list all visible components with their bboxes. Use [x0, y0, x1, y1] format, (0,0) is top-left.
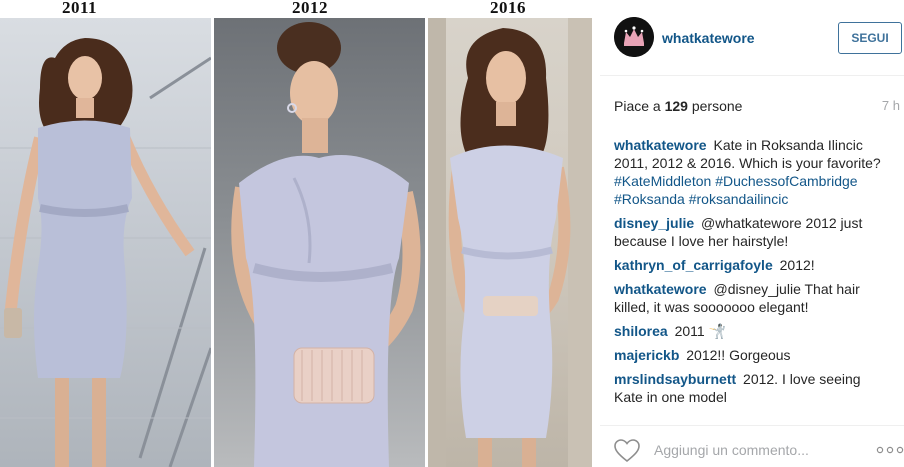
comment-username[interactable]: whatkatewore — [614, 281, 707, 297]
likes-prefix: Piace a — [614, 98, 665, 114]
post-photo[interactable]: 2011 2012 2016 — [0, 0, 600, 467]
post-header: whatkatewore SEGUI — [600, 0, 904, 76]
likes-number: 129 — [664, 98, 688, 114]
comment-item: kathryn_of_carrigafoyle 2012! — [614, 256, 884, 274]
hashtag-link[interactable]: #DuchessofCambridge — [715, 173, 857, 189]
more-options-icon[interactable] — [876, 446, 904, 454]
add-comment-input[interactable]: Aggiungi un commento... — [654, 442, 809, 458]
comments-list[interactable]: whatkatewore Kate in Roksanda Ilincic 20… — [614, 136, 884, 413]
year-label-2012: 2012 — [292, 0, 328, 17]
comment-item: shilorea 2011 🤺 — [614, 322, 884, 340]
comment-item: whatkatewore Kate in Roksanda Ilincic 20… — [614, 136, 884, 208]
post-footer: Aggiungi un commento... — [600, 425, 904, 467]
avatar[interactable] — [614, 17, 654, 57]
post-time[interactable]: 7 h — [882, 98, 900, 113]
photo-2016-illustration — [428, 18, 592, 467]
photo-2011-illustration — [0, 38, 211, 467]
header-username[interactable]: whatkatewore — [662, 30, 755, 46]
comment-username[interactable]: majerickb — [614, 347, 679, 363]
comment-item: disney_julie @whatkatewore 2012 just bec… — [614, 214, 884, 250]
hashtag-link[interactable]: #KateMiddleton — [614, 173, 711, 189]
post-sidebar: whatkatewore SEGUI Piace a 129 persone 7… — [600, 0, 904, 467]
comment-item: whatkatewore @disney_julie That hair kil… — [614, 280, 884, 316]
year-label-2011: 2011 — [62, 0, 98, 17]
follow-button[interactable]: SEGUI — [838, 22, 902, 54]
likes-suffix: persone — [687, 98, 743, 114]
comment-username[interactable]: shilorea — [614, 323, 668, 339]
comment-text: 2012!! Gorgeous — [686, 347, 791, 363]
hashtag-link[interactable]: #roksandailincic — [689, 191, 789, 207]
comment-text: 2011 🤺 — [674, 323, 727, 339]
year-label-2016: 2016 — [490, 0, 526, 17]
heart-icon[interactable] — [614, 439, 640, 463]
crown-logo-icon — [614, 17, 654, 57]
comment-text: 2012! — [779, 257, 815, 273]
photo-2012-illustration — [231, 22, 421, 467]
likes-count[interactable]: Piace a 129 persone — [614, 98, 742, 114]
comment-username[interactable]: kathryn_of_carrigafoyle — [614, 257, 773, 273]
photo-panel-2016 — [428, 18, 592, 467]
comment-username[interactable]: whatkatewore — [614, 137, 707, 153]
photo-panel-2011 — [0, 18, 211, 467]
comment-item: mrslindsayburnett 2012. I love seeing Ka… — [614, 370, 884, 406]
photo-panel-2012 — [214, 18, 425, 467]
hashtag-link[interactable]: #Roksanda — [614, 191, 685, 207]
comment-username[interactable]: disney_julie — [614, 215, 694, 231]
comment-username[interactable]: mrslindsayburnett — [614, 371, 736, 387]
comment-item: majerickb 2012!! Gorgeous — [614, 346, 884, 364]
